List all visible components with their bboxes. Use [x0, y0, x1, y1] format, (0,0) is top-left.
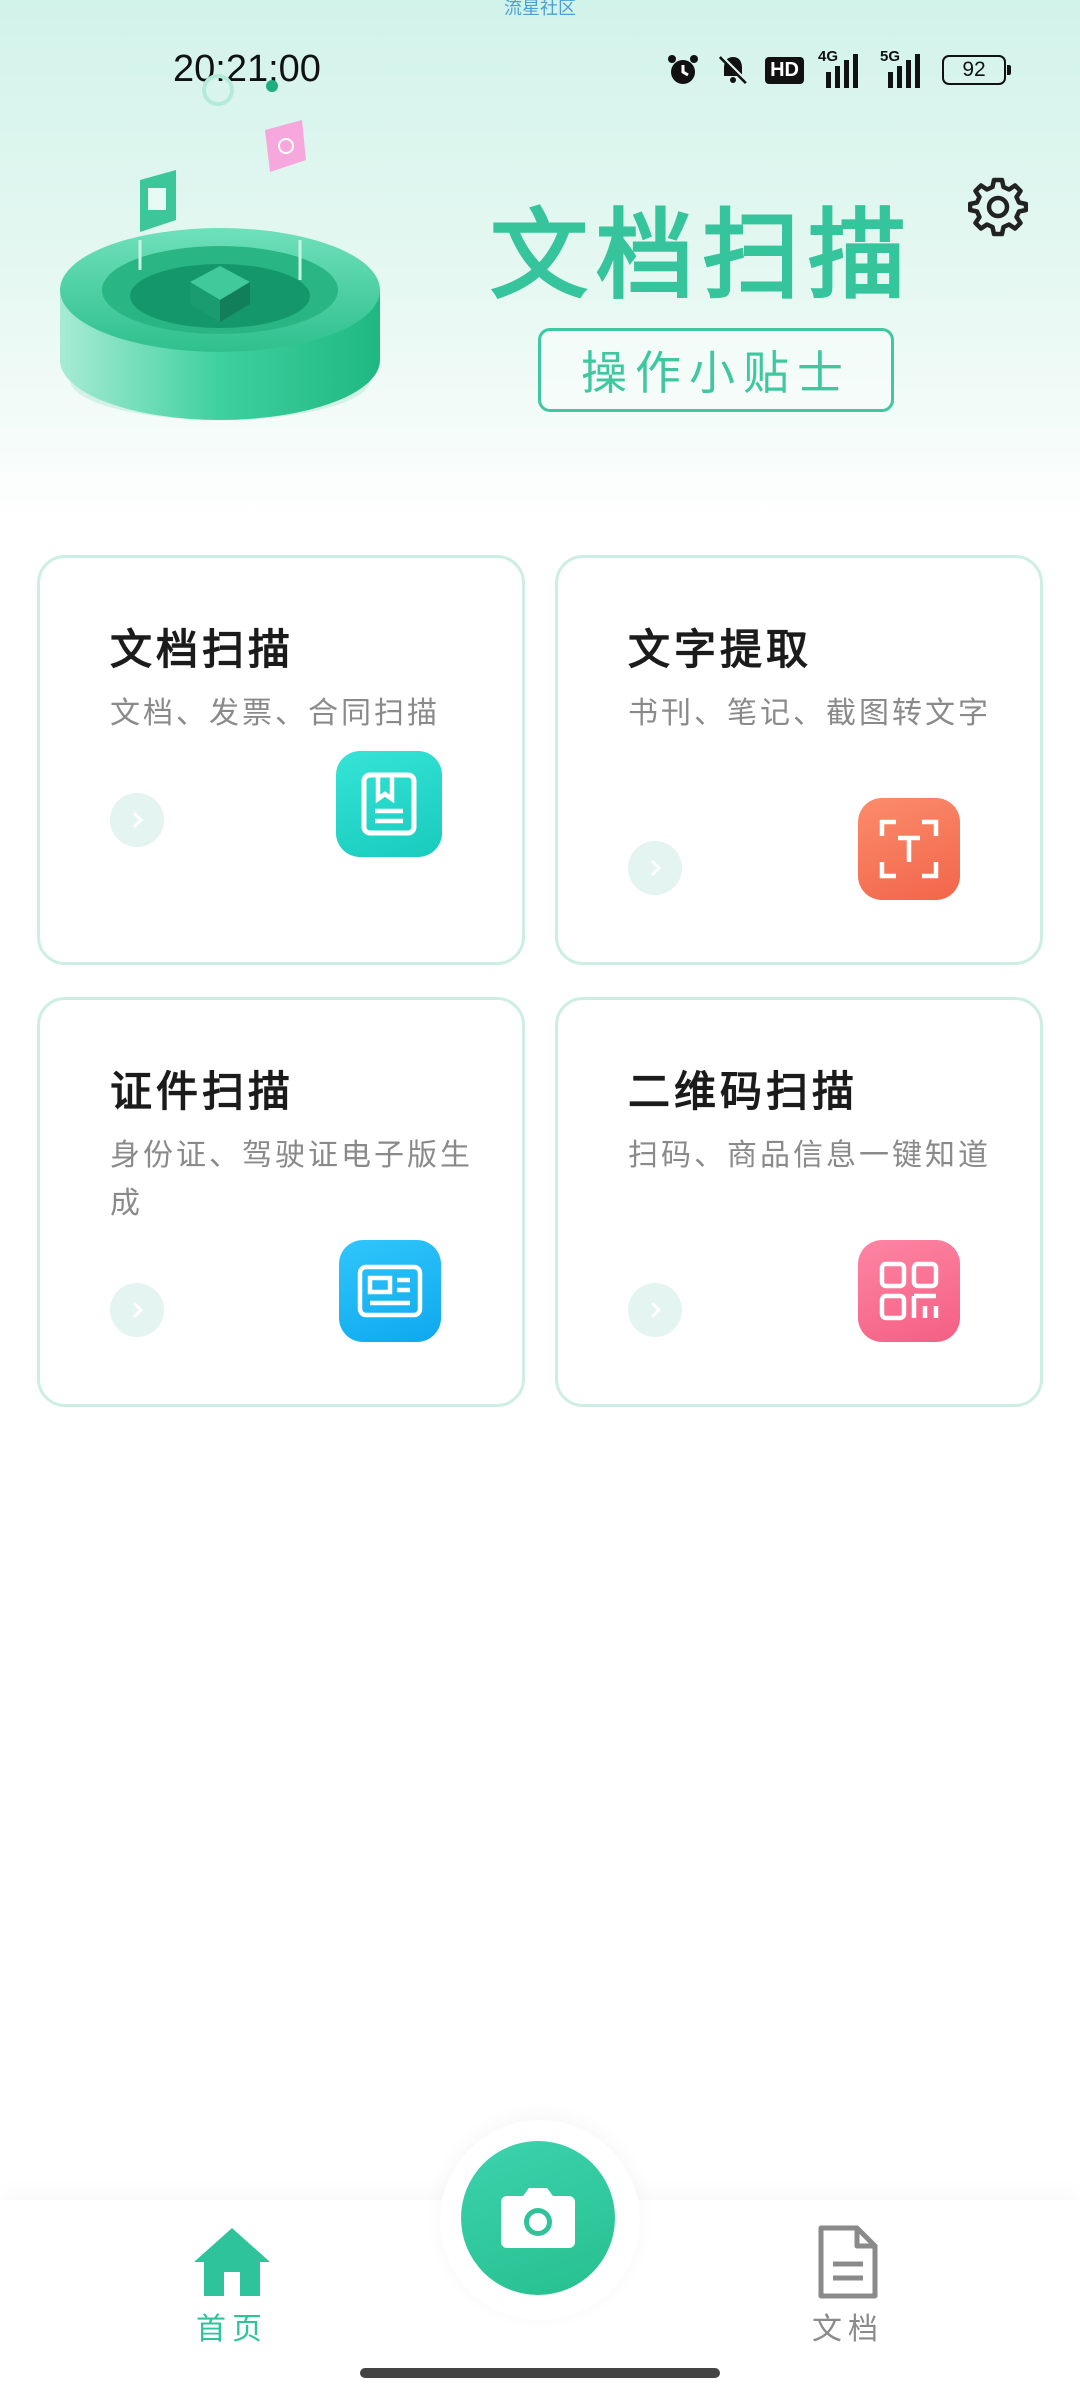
chevron-right-icon[interactable] [628, 1283, 682, 1337]
card-title: 证件扫描 [110, 1067, 295, 1116]
nav-home[interactable]: 首页 [162, 2224, 302, 2348]
home-icon [194, 2228, 270, 2296]
chevron-right-icon[interactable] [110, 1283, 164, 1337]
card-title: 文字提取 [628, 625, 813, 674]
scanner-illustration [60, 74, 380, 420]
signal-4g-icon: 4G [818, 48, 866, 90]
card-text-extraction[interactable]: 文字提取 书刊、笔记、截图转文字 [555, 555, 1043, 965]
page-title: 文档扫描 [490, 199, 915, 313]
card-description: 扫码、商品信息一键知道 [628, 1138, 991, 1173]
card-description: 文档、发票、合同扫描 [110, 696, 440, 731]
document-icon [336, 751, 442, 857]
home-indicator[interactable] [360, 2368, 720, 2378]
card-document-scan[interactable]: 文档扫描 文档、发票、合同扫描 [37, 555, 525, 965]
tips-button[interactable]: 操作小贴士 [538, 328, 894, 412]
nav-documents[interactable]: 文档 [778, 2224, 918, 2348]
camera-button[interactable] [461, 2141, 615, 2295]
status-icons: HD 4G 5G 92 [665, 48, 1011, 90]
qr-code-icon [858, 1240, 960, 1342]
id-card-icon [339, 1240, 441, 1342]
nav-documents-label: 文档 [812, 2312, 884, 2347]
card-description: 书刊、笔记、截图转文字 [628, 696, 991, 731]
camera-icon [501, 2188, 575, 2248]
chevron-right-icon[interactable] [110, 793, 164, 847]
bell-muted-icon [719, 55, 749, 85]
card-id-scan[interactable]: 证件扫描 身份证、驾驶证电子版生成 [37, 997, 525, 1407]
watermark: 流星社区 [504, 0, 576, 19]
settings-button[interactable] [967, 177, 1029, 237]
card-title: 二维码扫描 [628, 1067, 859, 1116]
text-scan-icon [858, 798, 960, 900]
gear-icon [967, 177, 1029, 237]
document-outline-icon [818, 2225, 878, 2299]
battery-icon: 92 [942, 55, 1011, 85]
card-title: 文档扫描 [110, 625, 295, 674]
alarm-icon [668, 55, 699, 84]
nav-home-label: 首页 [196, 2312, 268, 2347]
card-description: 身份证、驾驶证电子版生成 [110, 1138, 473, 1221]
signal-5g-icon: 5G [880, 48, 928, 90]
hd-icon: HD [765, 56, 804, 84]
chevron-right-icon[interactable] [628, 841, 682, 895]
card-qr-scan[interactable]: 二维码扫描 扫码、商品信息一键知道 [555, 997, 1043, 1407]
